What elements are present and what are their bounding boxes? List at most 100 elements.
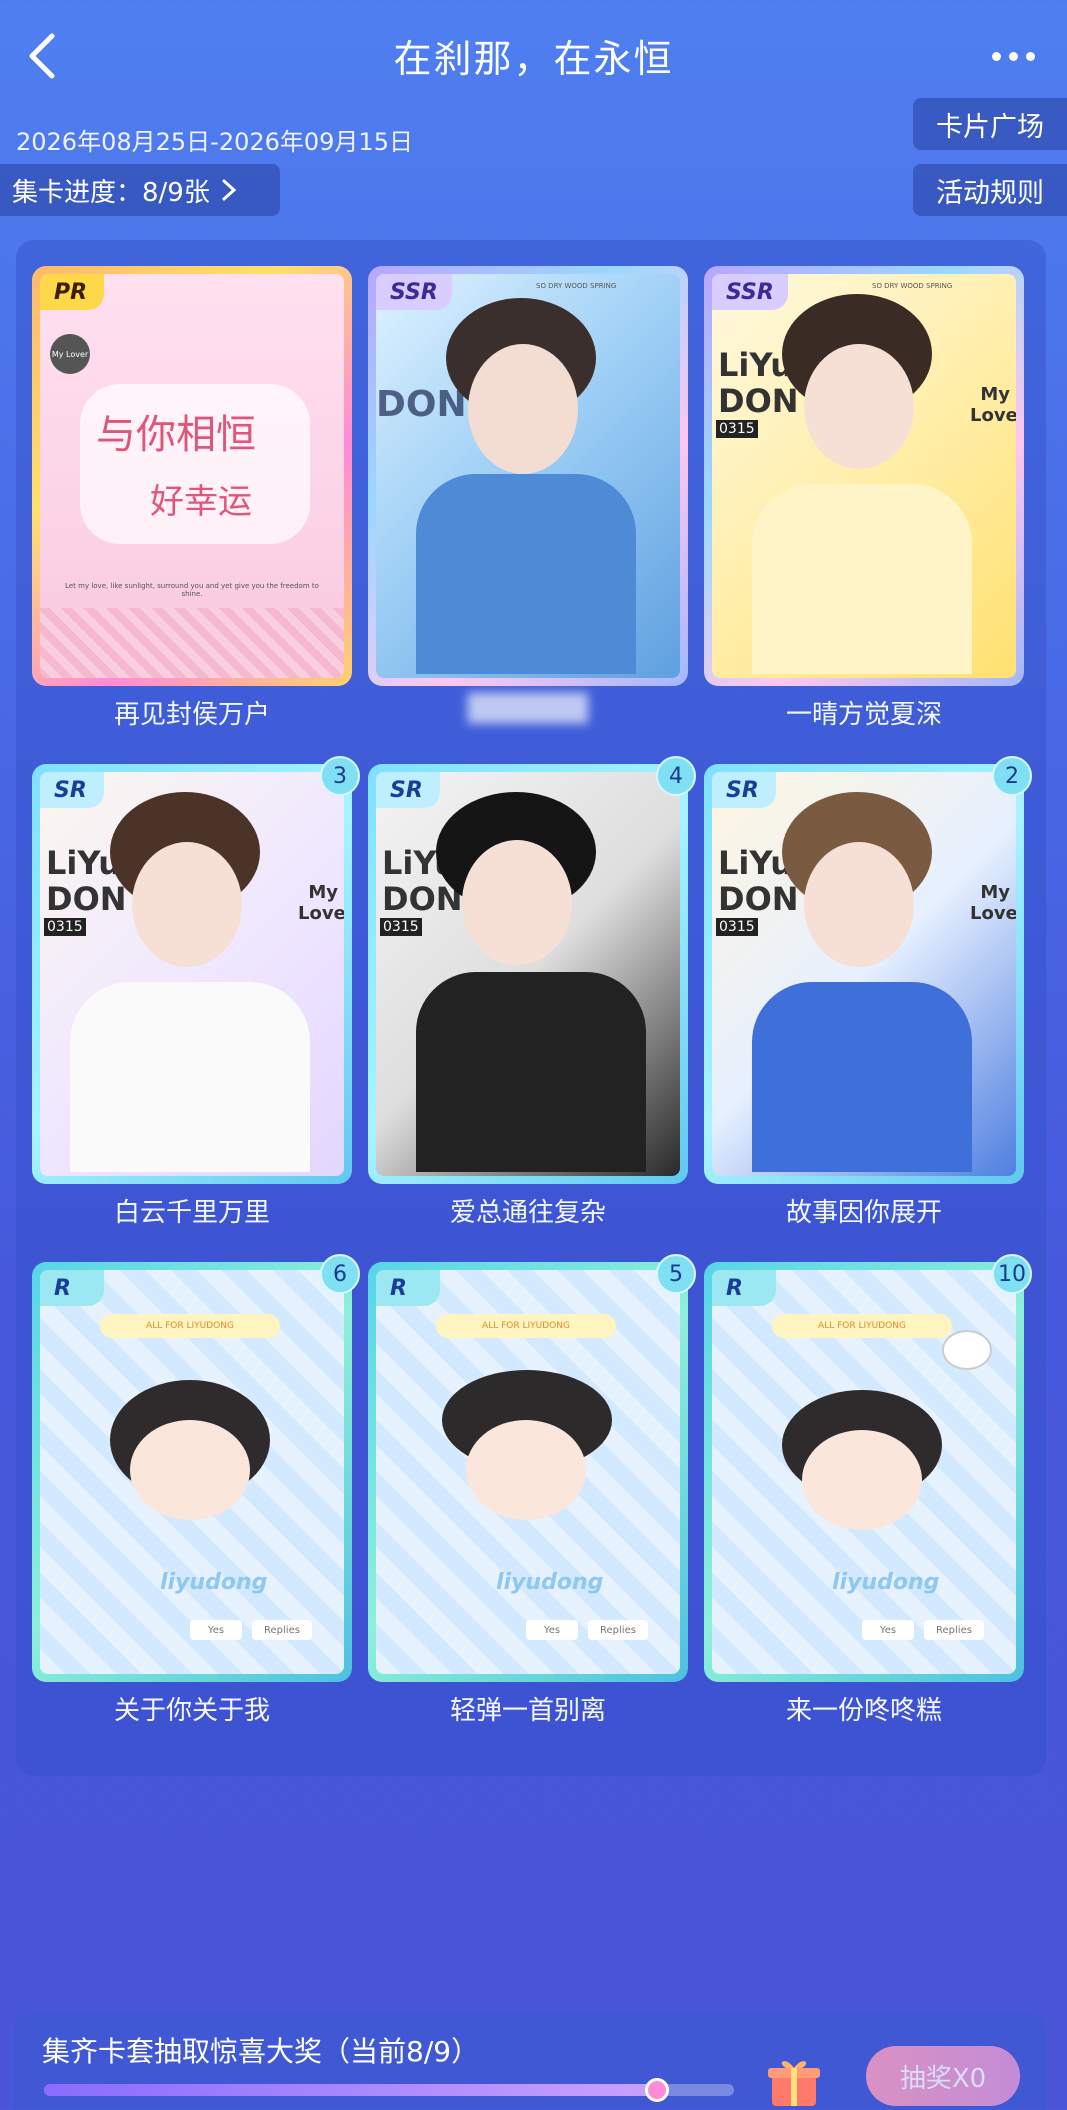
card-frame: LiYu DON 0315 My Lover (32, 764, 352, 1184)
rarity-badge: R (712, 1270, 776, 1306)
card-art: SO DRY WOOD SPRING DON (376, 274, 680, 678)
card-plaza-button[interactable]: 卡片广场 (913, 98, 1067, 150)
card-count-badge: 3 (320, 756, 360, 796)
reward-progress-track (44, 2078, 734, 2102)
card-frame: SO DRY WOOD SPRING DON (368, 266, 688, 686)
figure-face (132, 842, 242, 967)
card-item[interactable]: ALL FOR LIYUDONG liyudong Yes Replies R … (368, 1254, 696, 1726)
footer-text: Let my love, like sunlight, surround you… (65, 582, 319, 598)
top-bar: 在刹那，在永恒 (0, 0, 1067, 110)
rarity-badge: R (40, 1270, 104, 1306)
card-name: 轻弹一首别离 (449, 1696, 606, 1726)
card-art: LiYu DON 0315 My Lover (712, 772, 1016, 1176)
number-text: 0315 (716, 420, 758, 438)
card-item[interactable]: LiYu DON 0315 My Lover SR 3 白云千里万里 (32, 756, 360, 1228)
my-lover-text: My Lover (298, 882, 344, 924)
card-frame: ALL FOR LIYUDONG liyudong Yes Replies (704, 1262, 1024, 1682)
don-text: DON (718, 382, 799, 420)
figure-vest (416, 972, 646, 1172)
r-name-text: liyudong (832, 1570, 940, 1595)
card-count-badge: 10 (992, 1254, 1032, 1294)
number-text: 0315 (44, 918, 86, 936)
replies-chip: Replies (924, 1620, 984, 1640)
card-art: My Lover 与你相恒 好幸运 Let my love, like sunl… (40, 274, 344, 678)
card-item[interactable]: LiYu DON 0315 My Lover SR 2 故事因你展开 (704, 756, 1032, 1228)
card-name: 爱总通往复杂 (449, 1198, 606, 1228)
chibi-face (802, 1430, 922, 1530)
yes-chip: Yes (526, 1620, 578, 1640)
card-name: 一晴方觉夏深 (785, 700, 942, 730)
number-text: 0315 (716, 918, 758, 936)
yes-chip: Yes (862, 1620, 914, 1640)
card-name: 故事因你展开 (785, 1198, 942, 1228)
checkered-footer (40, 608, 344, 678)
banner-text: ALL FOR LIYUDONG (100, 1314, 280, 1338)
figure-face (468, 344, 578, 474)
sticker-badge: My Lover (50, 334, 90, 374)
figure-face (462, 840, 572, 965)
reward-progress-fill (44, 2084, 658, 2096)
rarity-badge: SR (40, 772, 104, 808)
banner-text: ALL FOR LIYUDONG (772, 1314, 952, 1338)
card-count-badge: 5 (656, 1254, 696, 1294)
card-art: ALL FOR LIYUDONG liyudong Yes Replies (40, 1270, 344, 1674)
card-name: 再见封侯万户 (113, 700, 270, 730)
chibi-face (466, 1420, 586, 1520)
my-lover-text: My Lover (970, 882, 1016, 924)
card-count-badge: 6 (320, 1254, 360, 1294)
more-dot-icon (1008, 51, 1018, 61)
card-frame: LiYu DON 0315 (368, 764, 688, 1184)
chibi-face (130, 1420, 250, 1520)
card-top-text: SO DRY WOOD SPRING (872, 282, 953, 290)
card-art: LiYu DON 0315 (376, 772, 680, 1176)
figure-shirt (752, 982, 972, 1172)
draw-button[interactable]: 抽奖X0 (866, 2046, 1020, 2106)
card-art: LiYu DON 0315 My Lover (40, 772, 344, 1176)
r-name-text: liyudong (160, 1570, 268, 1595)
rarity-badge: SSR (376, 274, 452, 310)
more-dot-icon (991, 51, 1001, 61)
replies-chip: Replies (252, 1620, 312, 1640)
figure-shirt (70, 982, 310, 1172)
rarity-badge: SSR (712, 274, 788, 310)
card-item[interactable]: LiYu DON 0315 SR 4 爱总通往复杂 (368, 756, 696, 1228)
card-item[interactable]: SO DRY WOOD SPRING LiYu DON 0315 My Love… (704, 266, 1024, 730)
card-item[interactable]: ALL FOR LIYUDONG liyudong Yes Replies R … (704, 1254, 1032, 1726)
reward-bar: 集齐卡套抽取惊喜大奖（当前8/9） 抽奖X0 (14, 2014, 1046, 2110)
event-dates: 2026年08月25日-2026年09月15日 (16, 128, 413, 156)
script-subtitle: 好幸运 (150, 482, 252, 522)
script-title: 与你相恒 (96, 412, 256, 458)
speech-bubble-icon (942, 1330, 992, 1370)
rarity-badge: SR (712, 772, 776, 808)
more-dot-icon (1025, 51, 1035, 61)
r-name-text: liyudong (496, 1570, 604, 1595)
figure-shirt (752, 484, 972, 674)
card-frame: SO DRY WOOD SPRING LiYu DON 0315 My Love… (704, 266, 1024, 686)
card-item[interactable]: ALL FOR LIYUDONG liyudong Yes Replies R … (32, 1254, 360, 1726)
card-art: ALL FOR LIYUDONG liyudong Yes Replies (712, 1270, 1016, 1674)
collection-progress-label: 集卡进度：8/9张 (12, 177, 210, 208)
my-lover-text: My Lover (970, 384, 1016, 426)
card-item[interactable]: SO DRY WOOD SPRING DON SSR ██████ (368, 266, 688, 724)
card-top-text: SO DRY WOOD SPRING (536, 282, 617, 290)
gift-icon (768, 2061, 820, 2106)
card-name-hidden: ██████ (468, 694, 588, 724)
card-frame: ALL FOR LIYUDONG liyudong Yes Replies (368, 1262, 688, 1682)
collection-progress-button[interactable]: 集卡进度：8/9张 (0, 164, 280, 216)
more-menu-button[interactable] (983, 38, 1043, 74)
card-art: ALL FOR LIYUDONG liyudong Yes Replies (376, 1270, 680, 1674)
card-count-badge: 4 (656, 756, 696, 796)
chevron-right-icon (222, 179, 237, 201)
number-text: 0315 (380, 918, 422, 936)
rarity-badge: R (376, 1270, 440, 1306)
card-frame: My Lover 与你相恒 好幸运 Let my love, like sunl… (32, 266, 352, 686)
yes-chip: Yes (190, 1620, 242, 1640)
rarity-badge: SR (376, 772, 440, 808)
card-frame: LiYu DON 0315 My Lover (704, 764, 1024, 1184)
banner-text: ALL FOR LIYUDONG (436, 1314, 616, 1338)
activity-rules-button[interactable]: 活动规则 (913, 164, 1067, 216)
card-item[interactable]: My Lover 与你相恒 好幸运 Let my love, like sunl… (32, 266, 352, 730)
figure-jacket (416, 474, 636, 674)
page-title: 在刹那，在永恒 (393, 37, 674, 81)
figure-face (804, 842, 914, 967)
